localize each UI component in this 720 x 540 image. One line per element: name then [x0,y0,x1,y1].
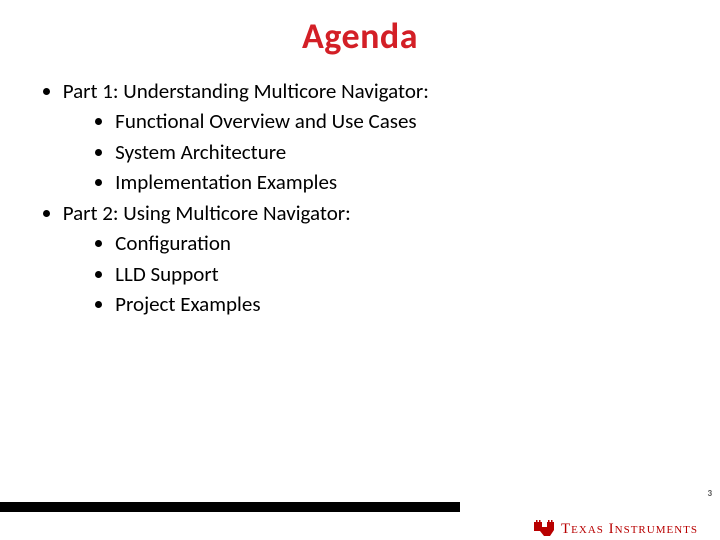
slide-title: Agenda [0,14,720,58]
bullet-part2-item: LLD Support [115,259,692,289]
ti-logo-text: Texas Instruments [561,521,698,538]
bullet-part1-label: Part 1: Understanding Multicore Navigato… [63,78,429,104]
bullet-part1: Part 1: Understanding Multicore Navigato… [63,76,692,198]
bullet-part2-item: Project Examples [115,289,692,319]
ti-logo: Texas Instruments [533,520,698,538]
bullet-part1-item: Functional Overview and Use Cases [115,106,692,136]
bullet-part2: Part 2: Using Multicore Navigator: Confi… [63,198,692,320]
bullet-list: Part 1: Understanding Multicore Navigato… [48,76,692,320]
page-number: 3 [707,488,712,499]
bullet-part2-label: Part 2: Using Multicore Navigator: [63,200,351,226]
bullet-part1-item: System Architecture [115,137,692,167]
ti-chip-icon [533,520,555,538]
bullet-part1-sublist: Functional Overview and Use Cases System… [100,106,692,197]
bullet-part2-sublist: Configuration LLD Support Project Exampl… [100,228,692,319]
slide: Agenda Part 1: Understanding Multicore N… [0,14,720,540]
footer-black-bar [0,502,460,512]
bullet-part1-item: Implementation Examples [115,167,692,197]
slide-body: Part 1: Understanding Multicore Navigato… [0,76,720,320]
bullet-part2-item: Configuration [115,228,692,258]
